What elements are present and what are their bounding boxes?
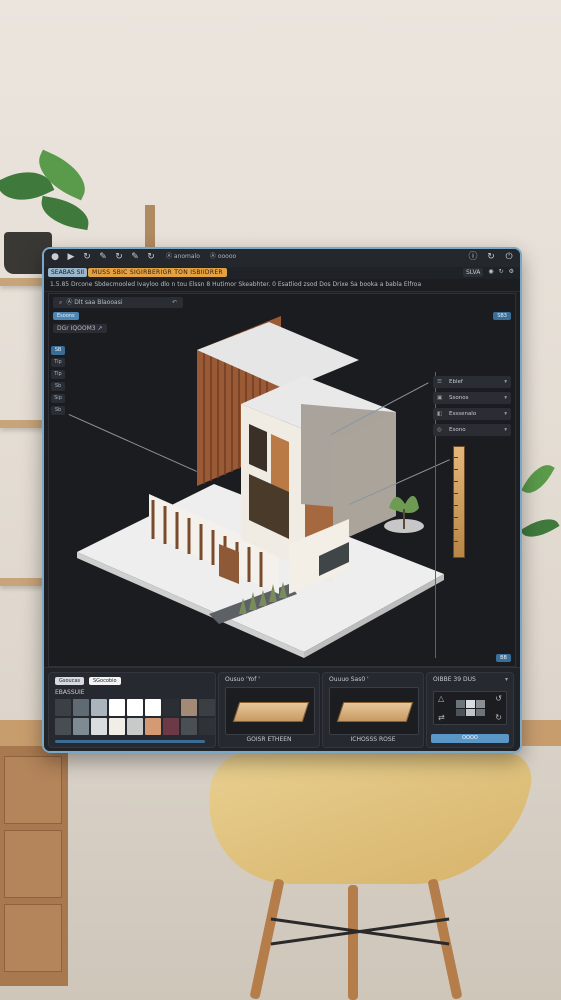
window-controls: ⓘ ↻ ⏻: [468, 252, 514, 262]
drawer: [4, 756, 62, 824]
sync-icon[interactable]: ↻: [82, 252, 92, 262]
power-icon[interactable]: ⏻: [504, 252, 514, 262]
toolbar: 1.5.85 Drcone Sbdecmooled Ivayloo dlo n …: [44, 279, 520, 292]
color-swatch[interactable]: [91, 699, 107, 716]
bottom-panel: Gsoucas SGocobio EBASSUIE Ousuo 'Yof ' G…: [44, 667, 520, 751]
open-menu[interactable]: Ⓐ ooooo: [210, 252, 236, 262]
material-preview-card[interactable]: Ouuuo Sas0 ' ICHOSSS ROSE: [322, 672, 424, 748]
zoom-value[interactable]: SLVA: [463, 268, 484, 277]
title-bar: ● ▶ ↻ ✎ ↻ ✎ ↻ Ⓐ anomalo Ⓐ ooooo ⓘ ↻ ⏻: [44, 249, 520, 268]
chevron-down-icon: ▾: [504, 379, 507, 385]
project-tag[interactable]: SEABAS SII: [48, 268, 87, 277]
3d-viewport[interactable]: ⌕ Ⓐ Dlt saa Blaooasi ↶ Esoons SB3 DGr IQO…: [48, 293, 516, 667]
color-swatch[interactable]: [199, 718, 215, 735]
property-label: Eblef: [449, 379, 463, 385]
chevron-down-icon[interactable]: ▾: [505, 676, 508, 683]
board-preview: [329, 687, 419, 735]
monitor-screen: ● ▶ ↻ ✎ ↻ ✎ ↻ Ⓐ anomalo Ⓐ ooooo ⓘ ↻ ⏻ SE…: [42, 247, 522, 753]
edit-icon[interactable]: ✎: [98, 252, 108, 262]
tab-materials[interactable]: Gsoucas: [55, 677, 85, 685]
redo-icon[interactable]: ↻: [495, 713, 502, 722]
menu-bar-right: SLVA ◉ ↻ ⚙: [463, 268, 514, 277]
property-row[interactable]: ◎ Esono ▾: [433, 424, 511, 436]
wall-shelf: [0, 420, 44, 428]
color-swatch[interactable]: [145, 699, 161, 716]
color-swatch[interactable]: [181, 699, 197, 716]
operations-card: OIBBE 39 DUS ▾ △ ↺ ⇄ ↻ OOOO: [426, 672, 514, 748]
chevron-down-icon: ▾: [504, 427, 507, 433]
color-swatch[interactable]: [91, 718, 107, 735]
property-row[interactable]: ◧ Esssenalo ▾: [433, 408, 511, 420]
tab-library[interactable]: SGocobio: [89, 677, 121, 685]
user-icon[interactable]: ◉: [488, 268, 493, 277]
sync-icon[interactable]: ↻: [146, 252, 156, 262]
refresh-icon[interactable]: ↻: [499, 268, 504, 277]
material-preview-card[interactable]: Ousuo 'Yof ' GOISR ETHEEN: [218, 672, 320, 748]
drawer: [4, 830, 62, 898]
sync-icon[interactable]: ↻: [114, 252, 124, 262]
menu-bar: SEABAS SII MUSS SBIC SIGIRBERIGR TON ISB…: [44, 267, 520, 279]
edit-icon[interactable]: ✎: [130, 252, 140, 262]
swap-icon[interactable]: ⇄: [438, 713, 445, 722]
play-icon[interactable]: ▶: [66, 252, 76, 262]
chevron-down-icon: ▾: [504, 395, 507, 401]
chair-leg: [348, 885, 358, 1000]
color-swatch[interactable]: [127, 718, 143, 735]
property-label: Esono: [449, 427, 466, 433]
color-swatch[interactable]: [163, 718, 179, 735]
triangle-icon[interactable]: △: [438, 694, 444, 703]
materials-title: EBASSUIE: [55, 689, 85, 696]
properties-panel: ☰ Eblef ▾ ▣ Ssonos ▾ ◧ Esssenalo ▾ ◎ Eso…: [433, 376, 511, 440]
card-caption: ICHOSSS ROSE: [350, 736, 396, 743]
toolbar-text: 1.5.85 Drcone Sbdecmooled Ivayloo dlo n …: [50, 281, 422, 288]
operations-preview: △ ↺ ⇄ ↻: [433, 691, 507, 725]
refresh-icon[interactable]: ↻: [486, 252, 496, 262]
drawer: [4, 904, 62, 972]
color-swatch[interactable]: [55, 718, 71, 735]
material-icon: ◧: [437, 411, 443, 417]
color-swatch[interactable]: [163, 699, 179, 716]
materials-card: Gsoucas SGocobio EBASSUIE: [48, 672, 216, 748]
info-icon[interactable]: ⓘ: [468, 252, 478, 262]
title-bar-tools: ● ▶ ↻ ✎ ↻ ✎ ↻ Ⓐ anomalo Ⓐ ooooo: [50, 252, 236, 262]
card-caption: GOISR ETHEEN: [246, 736, 292, 743]
apply-button[interactable]: OOOO: [431, 734, 509, 743]
chevron-down-icon: ▾: [504, 411, 507, 417]
property-label: Esssenalo: [449, 411, 477, 417]
board-preview: [225, 687, 315, 735]
color-swatch[interactable]: [109, 718, 125, 735]
building-model[interactable]: [49, 294, 515, 666]
undo-icon[interactable]: ↺: [495, 694, 502, 703]
color-swatch[interactable]: [199, 699, 215, 716]
color-swatch[interactable]: [127, 699, 143, 716]
desk-cabinet: [0, 746, 68, 986]
settings-icon[interactable]: ⚙: [509, 268, 514, 277]
color-swatch[interactable]: [73, 718, 89, 735]
shelf-post: [145, 205, 155, 250]
property-label: Ssonos: [449, 395, 469, 401]
project-title: MUSS SBIC SIGIRBERIGR TON ISBIIDRER: [88, 268, 227, 277]
layers-icon: ☰: [437, 379, 442, 385]
wall-shelf: [0, 578, 44, 586]
color-swatch[interactable]: [109, 699, 125, 716]
color-swatch[interactable]: [55, 699, 71, 716]
cube-icon: ▣: [437, 395, 443, 401]
swatch-grid: [55, 699, 215, 735]
color-swatch[interactable]: [181, 718, 197, 735]
corner-chip[interactable]: BB: [496, 654, 511, 662]
file-menu[interactable]: Ⓐ anomalo: [166, 252, 200, 262]
card-title: Ousuo 'Yof ': [225, 676, 260, 683]
property-row[interactable]: ▣ Ssonos ▾: [433, 392, 511, 404]
property-row[interactable]: ☰ Eblef ▾: [433, 376, 511, 388]
mini-swatches: [456, 700, 485, 716]
card-title: OIBBE 39 DUS: [433, 676, 476, 683]
scrollbar[interactable]: [55, 740, 205, 743]
color-swatch[interactable]: [73, 699, 89, 716]
light-icon: ◎: [437, 427, 442, 433]
color-swatch[interactable]: [145, 718, 161, 735]
height-ruler[interactable]: [453, 446, 465, 558]
card-title: Ouuuo Sas0 ': [329, 676, 369, 683]
dot-icon: ●: [51, 252, 59, 262]
